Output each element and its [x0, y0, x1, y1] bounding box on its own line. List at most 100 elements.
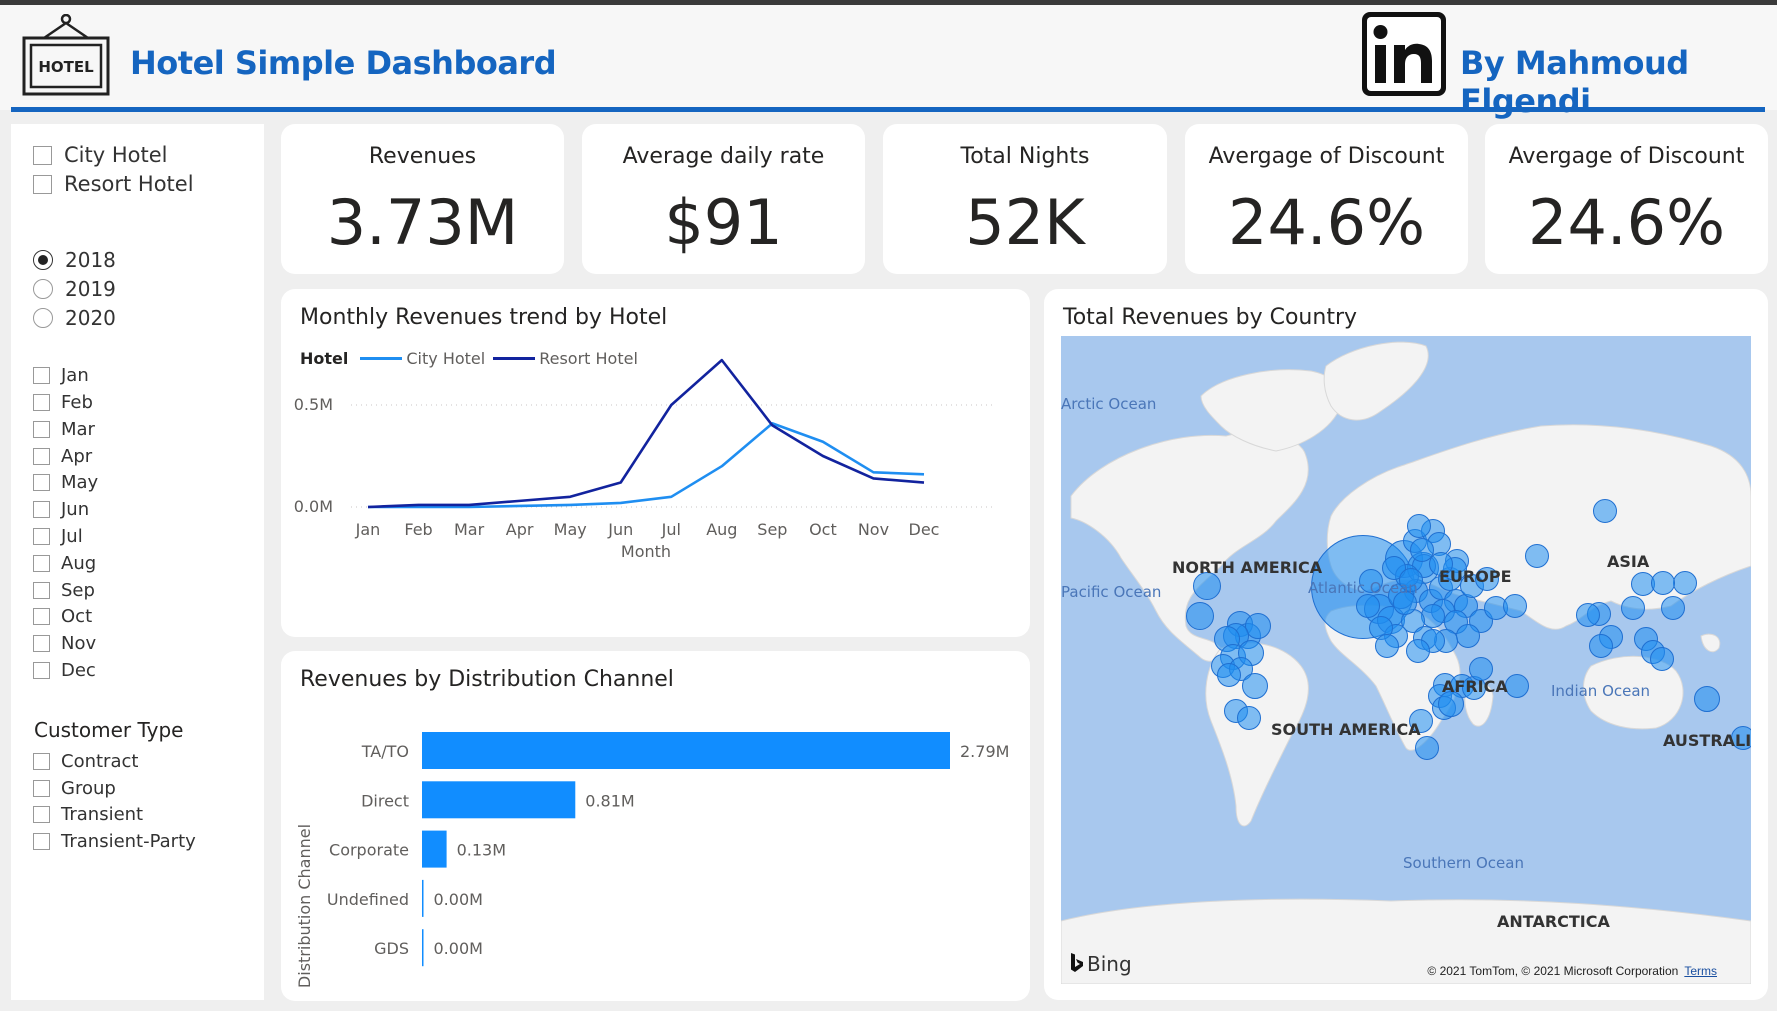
monthly-revenues-chart[interactable]: Monthly Revenues trend by Hotel Hotel Ci… [281, 289, 1030, 637]
checkbox[interactable] [33, 662, 50, 679]
x-tick-label: Jun [607, 520, 633, 539]
country-bubble[interactable] [1456, 624, 1480, 648]
country-bubble[interactable] [1421, 604, 1445, 628]
country-bubble[interactable] [1407, 514, 1431, 538]
hotel-option-resort[interactable]: Resort Hotel [33, 172, 194, 196]
radio-button[interactable] [33, 308, 53, 328]
month-option-label: Jul [61, 526, 83, 547]
month-option-dec[interactable]: Dec [33, 660, 96, 681]
map-label-arctic-ocean: Arctic Ocean [1061, 395, 1157, 413]
month-option-apr[interactable]: Apr [33, 446, 92, 467]
country-bubble[interactable] [1651, 571, 1675, 595]
country-bubble[interactable] [1673, 571, 1697, 595]
kpi-card-revenues: Revenues 3.73M [281, 124, 564, 274]
month-option-label: Jan [61, 365, 89, 386]
year-option-label: 2019 [65, 277, 116, 301]
line-chart-plot: 0.0M 0.5M Jan Feb Mar Apr May Jun Jul Aug Sep Oct No… [294, 358, 993, 561]
map-label-europe: EUROPE [1439, 567, 1512, 586]
map-label-north-america: NORTH AMERICA [1172, 558, 1323, 577]
world-map[interactable]: Arctic Ocean Pacific Ocean Atlantic Ocea… [1061, 336, 1751, 984]
x-axis-title: Month [621, 542, 671, 561]
year-option-2018[interactable]: 2018 [33, 248, 116, 272]
terms-link[interactable]: Terms [1684, 964, 1717, 978]
bar [422, 879, 424, 917]
year-option-2019[interactable]: 2019 [33, 277, 116, 301]
month-option-feb[interactable]: Feb [33, 392, 93, 413]
month-option-label: Jun [61, 499, 90, 520]
distribution-channel-chart[interactable]: Revenues by Distribution Channel Distrib… [281, 651, 1030, 1001]
bar-category-label: TA/TO [361, 742, 409, 761]
country-bubble[interactable] [1576, 603, 1600, 627]
checkbox[interactable] [33, 582, 50, 599]
month-option-sep[interactable]: Sep [33, 580, 95, 601]
checkbox[interactable] [33, 780, 50, 797]
map-label-south-america: SOUTH AMERICA [1271, 720, 1421, 739]
map-label-southern-ocean: Southern Ocean [1403, 854, 1524, 872]
country-bubble[interactable] [1525, 544, 1549, 568]
customer-type-contract[interactable]: Contract [33, 751, 138, 772]
country-bubble[interactable] [1503, 594, 1527, 618]
country-bubble[interactable] [1217, 663, 1241, 687]
month-option-jun[interactable]: Jun [33, 499, 89, 520]
checkbox[interactable] [33, 501, 50, 518]
year-option-label: 2018 [65, 248, 116, 272]
month-option-mar[interactable]: Mar [33, 419, 95, 440]
bar-chart-plot: Distribution Channel TA/TO 2.79M Direct 0.81… [295, 732, 1009, 988]
checkbox[interactable] [33, 753, 50, 770]
customer-type-transient[interactable]: Transient [33, 804, 143, 825]
checkbox[interactable] [33, 833, 50, 850]
checkbox[interactable] [33, 555, 50, 572]
month-option-nov[interactable]: Nov [33, 633, 96, 654]
checkbox[interactable] [33, 367, 50, 384]
country-bubble[interactable] [1589, 634, 1613, 658]
checkbox[interactable] [33, 174, 52, 194]
country-bubble[interactable] [1406, 639, 1430, 663]
bar-category-label: Undefined [327, 890, 409, 909]
month-option-label: Mar [61, 419, 95, 440]
checkbox[interactable] [33, 394, 50, 411]
linkedin-icon[interactable] [1362, 12, 1446, 96]
customer-type-transient-party[interactable]: Transient-Party [33, 831, 196, 852]
country-bubble[interactable] [1621, 596, 1645, 620]
checkbox[interactable] [33, 448, 50, 465]
filter-sidebar: City Hotel Resort Hotel 2018 2019 2020 J… [11, 124, 264, 1000]
year-option-2020[interactable]: 2020 [33, 306, 116, 330]
country-bubble[interactable] [1593, 499, 1617, 523]
country-bubble[interactable] [1415, 736, 1439, 760]
country-bubble[interactable] [1242, 673, 1268, 699]
country-bubble[interactable] [1505, 674, 1529, 698]
y-tick-label: 0.0M [294, 497, 333, 516]
checkbox[interactable] [33, 474, 50, 491]
country-bubble[interactable] [1694, 686, 1720, 712]
checkbox[interactable] [33, 421, 50, 438]
country-bubble[interactable] [1410, 538, 1434, 562]
country-bubble[interactable] [1186, 602, 1214, 630]
month-option-oct[interactable]: Oct [33, 606, 92, 627]
month-option-jul[interactable]: Jul [33, 526, 83, 547]
checkbox[interactable] [33, 635, 50, 652]
hotel-option-city[interactable]: City Hotel [33, 143, 167, 167]
checkbox[interactable] [33, 608, 50, 625]
kpi-card-discount-2: Avergage of Discount 24.6% [1485, 124, 1768, 274]
checkbox[interactable] [33, 806, 50, 823]
checkbox[interactable] [33, 528, 50, 545]
month-option-label: Sep [61, 580, 95, 601]
month-option-jan[interactable]: Jan [33, 365, 89, 386]
kpi-label: Total Nights [960, 144, 1090, 169]
month-option-label: May [61, 472, 99, 493]
radio-button[interactable] [33, 250, 53, 270]
country-bubble[interactable] [1237, 706, 1261, 730]
month-option-aug[interactable]: Aug [33, 553, 96, 574]
customer-type-group[interactable]: Group [33, 778, 116, 799]
revenues-by-country-map[interactable]: Total Revenues by Country Arctic Ocean P… [1044, 289, 1768, 1000]
month-option-label: Nov [61, 633, 97, 654]
bar [422, 732, 950, 769]
checkbox[interactable] [33, 145, 52, 165]
x-tick-label: Feb [404, 520, 432, 539]
radio-button[interactable] [33, 279, 53, 299]
country-bubble[interactable] [1375, 634, 1399, 658]
country-bubble[interactable] [1661, 596, 1685, 620]
country-bubble[interactable] [1650, 647, 1674, 671]
logo-text: HOTEL [38, 58, 94, 76]
month-option-may[interactable]: May [33, 472, 98, 493]
